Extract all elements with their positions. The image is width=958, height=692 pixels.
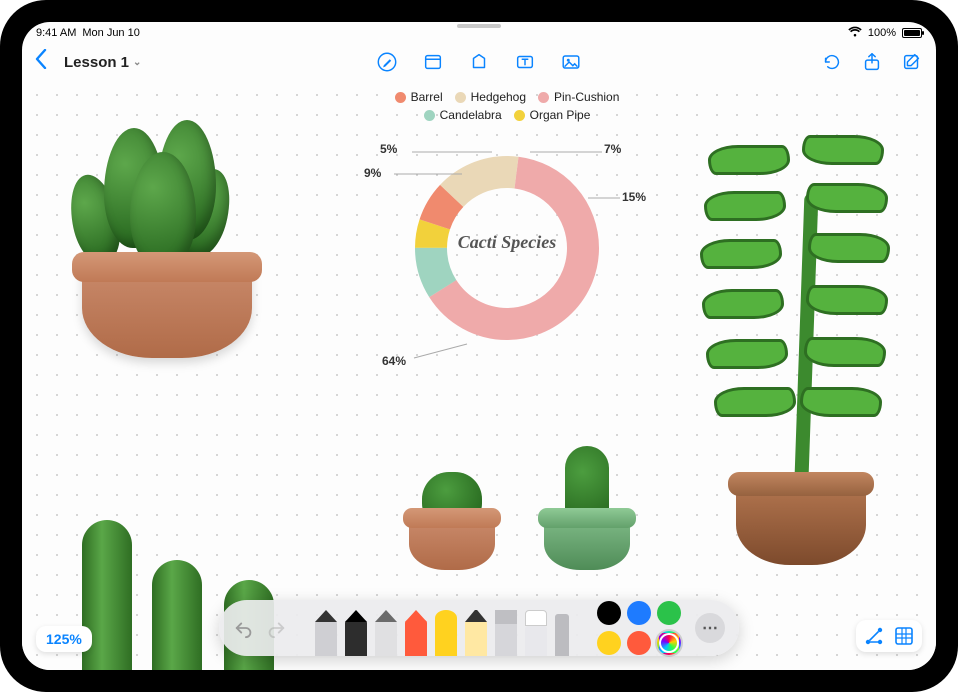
tool-pen[interactable] (345, 610, 367, 656)
color-red[interactable] (627, 631, 651, 655)
legend-item: Candelabra (424, 108, 502, 122)
wifi-icon (848, 26, 862, 40)
redo-icon[interactable] (265, 617, 287, 639)
cactus-photo-barrel[interactable] (62, 110, 282, 370)
data-label: 15% (622, 190, 646, 204)
document-title-text: Lesson 1 (64, 54, 129, 71)
data-label: 9% (364, 166, 381, 180)
tool-ruler[interactable] (555, 610, 569, 656)
drawn-succulent[interactable] (706, 135, 886, 565)
connections-icon[interactable] (862, 624, 886, 648)
data-label: 7% (604, 142, 621, 156)
color-multicolor[interactable] (657, 631, 681, 655)
media-icon[interactable] (559, 50, 583, 74)
textbox-icon[interactable] (513, 50, 537, 74)
more-icon[interactable]: ⋯ (695, 613, 725, 643)
markup-toolbar: ⋯ (219, 600, 739, 656)
view-options (856, 620, 922, 652)
color-black[interactable] (597, 601, 621, 625)
data-label: 64% (382, 354, 406, 368)
shape-icon[interactable] (467, 50, 491, 74)
tool-pencil[interactable] (375, 610, 397, 656)
tool-text-pen[interactable] (315, 610, 337, 656)
color-blue[interactable] (627, 601, 651, 625)
battery-icon (902, 27, 922, 39)
share-icon[interactable] (860, 50, 884, 74)
chart-title: Cacti Species (352, 232, 662, 253)
grid-icon[interactable] (892, 624, 916, 648)
zoom-level[interactable]: 125% (36, 626, 92, 652)
tool-highlighter[interactable] (495, 610, 517, 656)
chart-legend: Barrel Hedgehog Pin-Cushion Candelabra O… (352, 90, 662, 122)
app-toolbar: Lesson 1 ⌄ (22, 44, 936, 80)
legend-item: Organ Pipe (514, 108, 591, 122)
back-icon[interactable] (34, 49, 48, 75)
multitask-indicator[interactable] (457, 24, 501, 28)
status-time: 9:41 AM (36, 27, 76, 39)
cactus-photo-small-1[interactable] (397, 420, 507, 570)
undo-history-icon[interactable] (820, 50, 844, 74)
color-palette (597, 601, 681, 655)
drawn-cactus-2[interactable] (152, 560, 202, 670)
tool-fine-marker[interactable] (465, 610, 487, 656)
draw-tool-icon[interactable] (375, 50, 399, 74)
document-title[interactable]: Lesson 1 ⌄ (64, 54, 141, 71)
tool-crayon[interactable] (405, 610, 427, 656)
tool-eraser[interactable] (525, 610, 547, 656)
freeform-canvas[interactable]: Barrel Hedgehog Pin-Cushion Candelabra O… (22, 80, 936, 670)
compose-icon[interactable] (900, 50, 924, 74)
cactus-photo-small-2[interactable] (532, 415, 642, 570)
color-green[interactable] (657, 601, 681, 625)
legend-item: Hedgehog (455, 90, 526, 104)
legend-item: Barrel (395, 90, 443, 104)
color-yellow[interactable] (597, 631, 621, 655)
tool-brush[interactable] (435, 610, 457, 656)
sticky-note-icon[interactable] (421, 50, 445, 74)
undo-icon[interactable] (233, 617, 255, 639)
chart-block[interactable]: Barrel Hedgehog Pin-Cushion Candelabra O… (352, 90, 662, 388)
title-chevron-down-icon: ⌄ (133, 57, 141, 68)
legend-item: Pin-Cushion (538, 90, 619, 104)
data-label: 5% (380, 142, 397, 156)
status-date: Mon Jun 10 (82, 27, 139, 39)
battery-pct: 100% (868, 27, 896, 39)
